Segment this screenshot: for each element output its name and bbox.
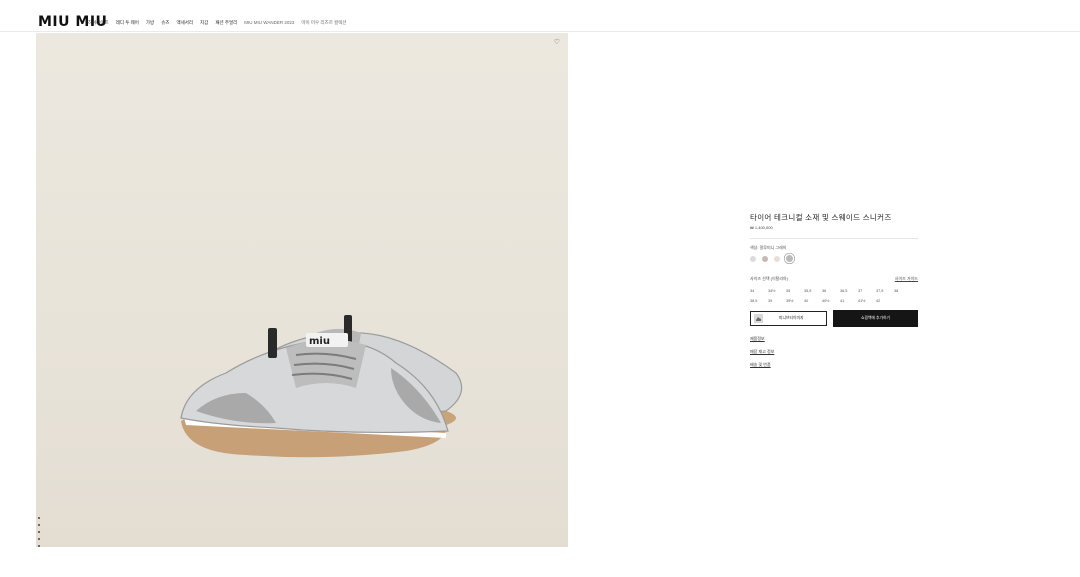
svg-text:miu: miu	[309, 336, 330, 347]
link-store-stock[interactable]: 매장 재고 정보	[750, 349, 774, 355]
top-navigation: MIU MIU 하이라이트 레디 투 웨어 가방 슈즈 액세서리 지갑 패션 주…	[0, 0, 1080, 32]
nav-item-jewelry[interactable]: 패션 주얼리	[215, 20, 237, 26]
size-option[interactable]: 37	[858, 289, 876, 293]
product-image-sneakers: miu	[180, 315, 463, 458]
size-option[interactable]: 34	[750, 289, 768, 293]
main-nav: 하이라이트 레디 투 웨어 가방 슈즈 액세서리 지갑 패션 주얼리 MIU M…	[88, 20, 347, 26]
color-label: 색상: 알루미니 그레이	[750, 245, 787, 250]
size-grid: 34 34½ 35 35,5 36 36,5 37 37,5 38 38,5 3…	[750, 289, 918, 303]
gallery-pagination	[38, 517, 40, 547]
size-label: 사이즈 선택 (이탈리아)	[750, 276, 789, 281]
color-swatch[interactable]	[750, 255, 756, 262]
action-buttons: 미니브티이미지 쇼핑백에 추가하기	[750, 310, 918, 327]
size-header: 사이즈 선택 (이탈리아) 사이즈 가이드	[750, 276, 918, 282]
nav-item-ready-to-wear[interactable]: 레디 투 웨어	[116, 20, 139, 26]
gallery-dot[interactable]	[38, 531, 40, 533]
product-title: 타이어 테크니컬 소재 및 스웨이드 스니커즈	[750, 213, 892, 222]
size-option[interactable]: 40	[804, 299, 822, 303]
link-shipping-returns[interactable]: 배송 및 반품	[750, 362, 771, 368]
nav-item-highlights[interactable]: 하이라이트	[88, 20, 109, 26]
shoe-thumbnail-icon	[754, 314, 763, 323]
nav-item-collection[interactable]: 마이 미우 리즈르 컬렉션	[301, 20, 346, 26]
gallery-dot[interactable]	[38, 517, 40, 519]
heart-icon[interactable]: ♡	[554, 38, 560, 46]
color-swatch-selected[interactable]	[786, 255, 793, 262]
size-option[interactable]: 34½	[768, 289, 786, 293]
nav-item-bags[interactable]: 가방	[146, 20, 154, 26]
color-swatch[interactable]	[774, 255, 780, 262]
size-option[interactable]: 35,5	[804, 289, 822, 293]
size-option[interactable]: 39½	[786, 299, 804, 303]
size-option[interactable]: 41	[840, 299, 858, 303]
nav-item-wallets[interactable]: 지갑	[200, 20, 208, 26]
size-option[interactable]: 41½	[858, 299, 876, 303]
gallery-dot[interactable]	[38, 524, 40, 526]
size-option[interactable]: 38	[894, 289, 912, 293]
divider	[750, 238, 918, 239]
product-image-gallery[interactable]: ♡ miu	[36, 33, 568, 547]
nav-item-accessories[interactable]: 액세서리	[176, 20, 193, 26]
size-option[interactable]: 39	[768, 299, 786, 303]
size-option[interactable]: 40½	[822, 299, 840, 303]
gallery-dot[interactable]	[38, 545, 40, 547]
size-option[interactable]: 36	[822, 289, 840, 293]
color-swatch[interactable]	[762, 255, 768, 262]
product-details-panel: 타이어 테크니컬 소재 및 스웨이드 스니커즈 ₩ 1,400,000 색상: …	[750, 213, 918, 368]
nav-item-wander[interactable]: MIU MIU WANDER 2023	[244, 20, 294, 26]
product-price: ₩ 1,400,000	[750, 225, 773, 230]
size-option[interactable]: 38,5	[750, 299, 768, 303]
add-to-bag-button[interactable]: 쇼핑백에 추가하기	[833, 310, 918, 327]
size-option[interactable]: 42	[876, 299, 894, 303]
link-product-info[interactable]: 제품정보	[750, 336, 765, 342]
product-thumbnail-button[interactable]: 미니브티이미지	[750, 311, 827, 326]
size-option[interactable]: 37,5	[876, 289, 894, 293]
size-option[interactable]: 35	[786, 289, 804, 293]
gallery-dot[interactable]	[38, 538, 40, 540]
thumbnail-button-label: 미니브티이미지	[779, 316, 804, 320]
size-guide-link[interactable]: 사이즈 가이드	[895, 276, 918, 282]
info-links: 제품정보 매장 재고 정보 배송 및 반품	[750, 336, 918, 368]
size-option[interactable]: 36,5	[840, 289, 858, 293]
nav-item-shoes[interactable]: 슈즈	[161, 20, 169, 26]
color-swatches	[750, 255, 918, 262]
